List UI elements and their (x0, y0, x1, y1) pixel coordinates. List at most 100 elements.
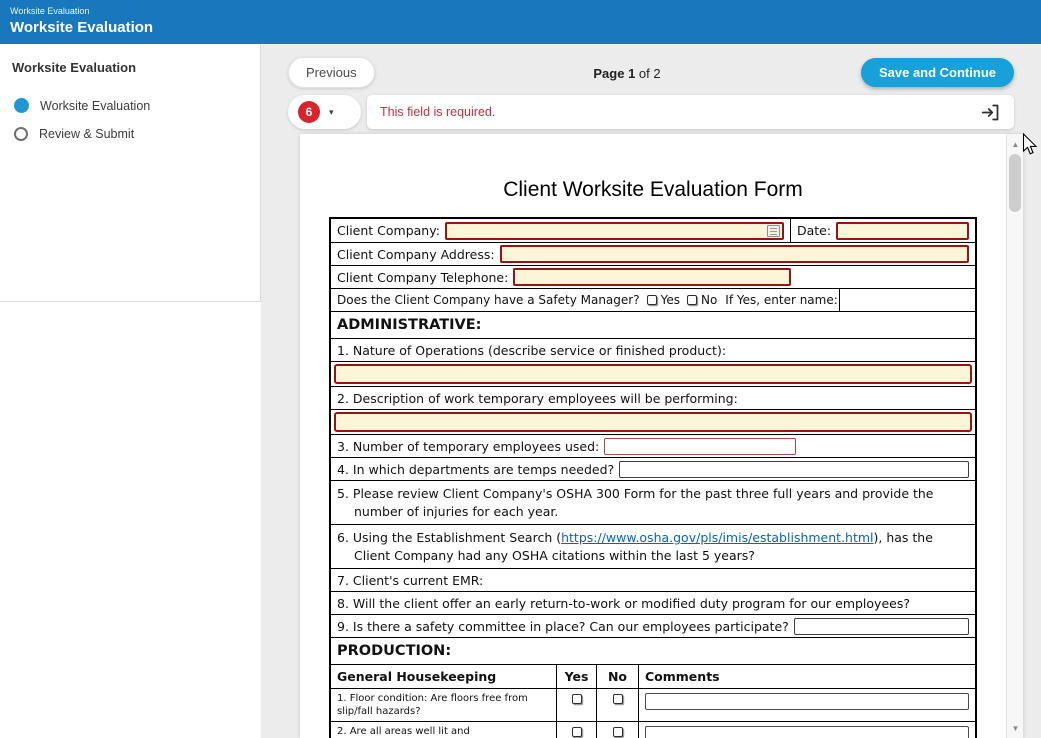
section-administrative: ADMINISTRATIVE: (331, 311, 975, 338)
client-company-row: Client Company: Date: (331, 219, 975, 242)
top-bar: Worksite Evaluation Worksite Evaluation (0, 0, 1041, 44)
column-header-yes: Yes (557, 665, 597, 688)
question-1-input[interactable] (334, 364, 972, 384)
question-5-row: 5. Please review Client Company's OSHA 3… (331, 480, 975, 524)
no-label: No (700, 293, 718, 307)
yes-label: Yes (660, 293, 680, 307)
safety-manager-yes-checkbox[interactable] (646, 295, 657, 305)
question-1-row: 1. Nature of Operations (describe servic… (331, 338, 975, 361)
yes-cell (557, 689, 597, 722)
question-3-row: 3. Number of temporary employees used: (331, 434, 975, 457)
question-3-input[interactable] (604, 437, 797, 455)
comment-input[interactable] (645, 693, 969, 710)
question-3-label: 3. Number of temporary employees used: (337, 438, 600, 454)
save-and-continue-button[interactable]: Save and Continue (860, 58, 1014, 87)
question-4-row: 4. In which departments are temps needed… (331, 457, 975, 480)
question-2-input[interactable] (334, 412, 972, 432)
field-addon-icon (767, 224, 780, 237)
production-question-text: 1. Floor condition: Are floors free from… (337, 693, 528, 718)
chevron-down-icon[interactable]: ▾ (329, 107, 334, 118)
page-total: of 2 (638, 66, 661, 81)
sidebar-item-review-submit[interactable]: Review & Submit (12, 120, 248, 148)
question-6-text-pre: 6. Using the Establishment Search ( (337, 530, 562, 545)
sidebar-item-label: Worksite Evaluation (40, 98, 151, 113)
no-cell (597, 689, 639, 722)
question-6-row: 6. Using the Establishment Search (https… (331, 524, 975, 568)
scroll-up-icon[interactable]: ▲ (1007, 136, 1023, 152)
error-message-bar: This field is required. (367, 95, 1014, 129)
production-question-cell: 2. Are all areas well lit and (331, 722, 557, 738)
production-question-text: 2. Are all areas well lit and (337, 726, 470, 738)
error-message-text: This field is required. (380, 105, 496, 119)
main-area: Previous Page 1 of 2 Save and Continue 6… (261, 44, 1041, 738)
breadcrumb: Worksite Evaluation (10, 6, 90, 16)
document-viewport: Client Worksite Evaluation Form Client C… (300, 134, 1023, 738)
question-9-row: 9. Is there a safety committee in place?… (331, 614, 975, 637)
telephone-label: Client Company Telephone: (337, 269, 509, 285)
question-7-row: 7. Client's current EMR: (331, 568, 975, 591)
question-2-answer-row (331, 409, 975, 434)
form-title: Client Worksite Evaluation Form (503, 178, 803, 201)
page-title: Worksite Evaluation (10, 19, 154, 36)
error-navigator[interactable]: 6 ▾ (288, 95, 361, 129)
table-row: 1. Floor condition: Are floors free from… (331, 688, 975, 722)
form-table: Client Company: Date: Client Company Add… (329, 217, 977, 738)
step-inactive-radio-icon (14, 127, 28, 141)
address-label: Client Company Address: (337, 246, 495, 262)
scrollbar-thumb[interactable] (1009, 154, 1021, 212)
no-cell (597, 722, 639, 738)
column-header-general-housekeeping: General Housekeeping (331, 665, 557, 688)
sidebar: Worksite Evaluation Worksite Evaluation … (0, 44, 261, 302)
comments-cell (639, 722, 975, 738)
question-1-answer-row (331, 361, 975, 386)
scroll-down-icon[interactable]: ▼ (1007, 720, 1023, 736)
scrollbar[interactable]: ▲ ▼ (1006, 134, 1023, 738)
date-input[interactable] (836, 221, 969, 240)
no-checkbox[interactable] (612, 694, 623, 704)
sidebar-heading: Worksite Evaluation (12, 60, 137, 75)
client-company-cell: Client Company: (331, 220, 790, 242)
date-cell: Date: (790, 219, 975, 242)
form-page: Client Worksite Evaluation Form Client C… (300, 134, 1006, 738)
sidebar-item-label: Review & Submit (39, 127, 135, 141)
question-9-label: 9. Is there a safety committee in place?… (337, 618, 789, 634)
question-4-label: 4. In which departments are temps needed… (337, 461, 615, 477)
yes-cell (557, 722, 597, 738)
address-input[interactable] (499, 245, 969, 263)
page-indicator: Page 1 of 2 (593, 66, 660, 81)
production-table-header: General Housekeeping Yes No Comments (331, 664, 975, 688)
error-count-badge[interactable]: 6 (298, 101, 320, 123)
previous-button[interactable]: Previous (288, 57, 375, 88)
page-current: Page 1 (593, 66, 636, 81)
comments-cell (639, 689, 975, 721)
if-yes-label: If Yes, enter name: (725, 293, 838, 307)
mouse-cursor (1022, 133, 1038, 155)
column-header-comments: Comments (645, 669, 720, 684)
question-4-input[interactable] (619, 460, 969, 478)
no-checkbox[interactable] (612, 727, 623, 738)
address-row: Client Company Address: (331, 242, 975, 265)
telephone-input[interactable] (513, 268, 792, 286)
question-8-row: 8. Will the client offer an early return… (331, 591, 975, 614)
jump-to-field-icon[interactable] (980, 102, 1001, 123)
table-row: 2. Are all areas well lit and (331, 721, 975, 738)
safety-manager-row: Does the Client Company have a Safety Ma… (331, 288, 975, 311)
question-2-row: 2. Description of work temporary employe… (331, 386, 975, 409)
safety-manager-name-input[interactable] (839, 289, 975, 311)
osha-establishment-link[interactable]: https://www.osha.gov/pls/imis/establishm… (561, 530, 873, 545)
safety-manager-label: Does the Client Company have a Safety Ma… (337, 293, 640, 307)
question-9-input[interactable] (793, 617, 969, 635)
column-header-no: No (597, 665, 639, 688)
yes-checkbox[interactable] (571, 694, 582, 704)
step-active-radio-icon (14, 98, 29, 113)
telephone-row: Client Company Telephone: (331, 265, 975, 288)
date-label: Date: (797, 223, 832, 238)
client-company-input[interactable] (444, 221, 784, 240)
yes-checkbox[interactable] (571, 727, 582, 738)
production-question-cell: 1. Floor condition: Are floors free from… (331, 689, 557, 722)
comment-input[interactable] (645, 726, 969, 738)
section-production: PRODUCTION: (331, 637, 975, 664)
sidebar-item-worksite-evaluation[interactable]: Worksite Evaluation (12, 91, 248, 120)
safety-manager-no-checkbox[interactable] (686, 295, 697, 305)
client-company-label: Client Company: (337, 223, 440, 238)
